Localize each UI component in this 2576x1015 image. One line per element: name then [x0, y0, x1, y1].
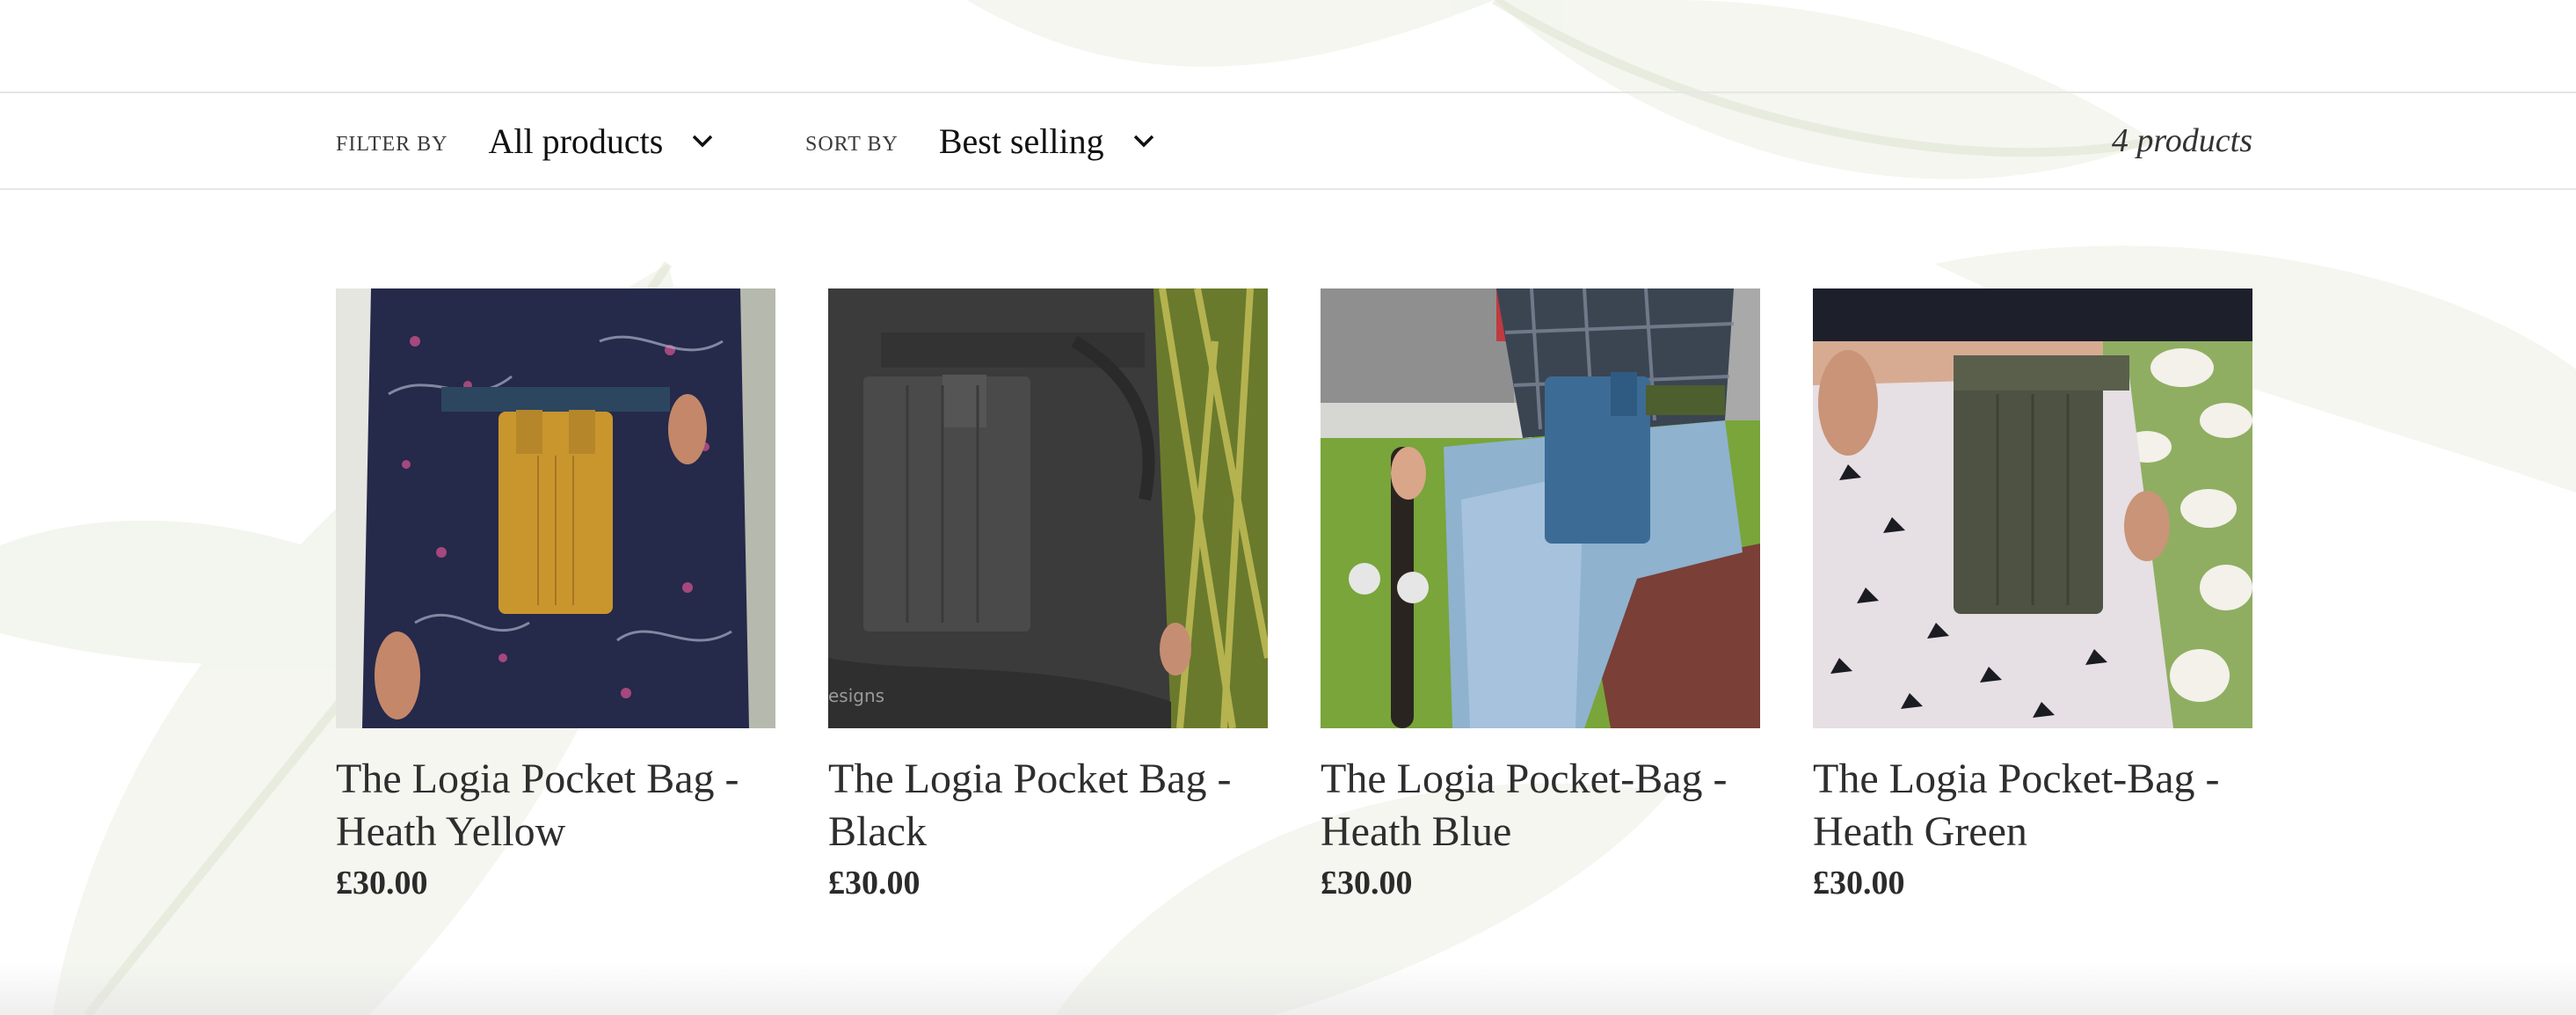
collection-toolbar: Filter by All products Sort by Best sell… — [0, 91, 2576, 190]
product-image-blue[interactable] — [1321, 288, 1760, 728]
filter-group: Filter by All products — [336, 93, 714, 188]
product-price: £30.00 — [336, 865, 428, 902]
product-title[interactable]: The Logia Pocket-Bag - Heath Blue — [1321, 753, 1760, 858]
product-title[interactable]: The Logia Pocket Bag - Black — [828, 753, 1268, 858]
product-price: £30.00 — [1813, 865, 1905, 902]
product-card[interactable]: The Logia Pocket-Bag - Heath Blue £30.00 — [1321, 288, 1760, 902]
collection-page: Filter by All products Sort by Best sell… — [0, 0, 2576, 1015]
product-grid: The Logia Pocket Bag - Heath Yellow £30.… — [336, 288, 2252, 902]
product-card[interactable]: The Logia Pocket Bag - Heath Yellow £30.… — [336, 288, 775, 902]
bottom-fade — [0, 962, 2576, 1015]
product-count: 4 products — [2111, 122, 2252, 159]
product-title[interactable]: The Logia Pocket Bag - Heath Yellow — [336, 753, 775, 858]
chevron-down-icon — [1133, 135, 1153, 148]
filter-label: Filter by — [336, 132, 448, 156]
product-image-black[interactable]: esigns — [828, 288, 1268, 728]
sort-select-value: Best selling — [938, 120, 1104, 161]
sort-select[interactable]: Best selling — [939, 120, 1155, 162]
sort-label: Sort by — [805, 132, 899, 156]
sort-group: Sort by Best selling — [805, 93, 1155, 188]
image-watermark: esigns — [828, 685, 884, 706]
product-price: £30.00 — [828, 865, 921, 902]
filter-select-value: All products — [488, 120, 664, 161]
product-title[interactable]: The Logia Pocket-Bag - Heath Green — [1813, 753, 2252, 858]
product-card[interactable]: esigns The Logia Pocket Bag - Black £30.… — [828, 288, 1268, 902]
product-card[interactable]: The Logia Pocket-Bag - Heath Green £30.0… — [1813, 288, 2252, 902]
filter-select[interactable]: All products — [488, 120, 714, 162]
product-price: £30.00 — [1321, 865, 1413, 902]
chevron-down-icon — [693, 135, 713, 148]
product-image-yellow[interactable] — [336, 288, 775, 728]
product-image-green[interactable] — [1813, 288, 2252, 728]
